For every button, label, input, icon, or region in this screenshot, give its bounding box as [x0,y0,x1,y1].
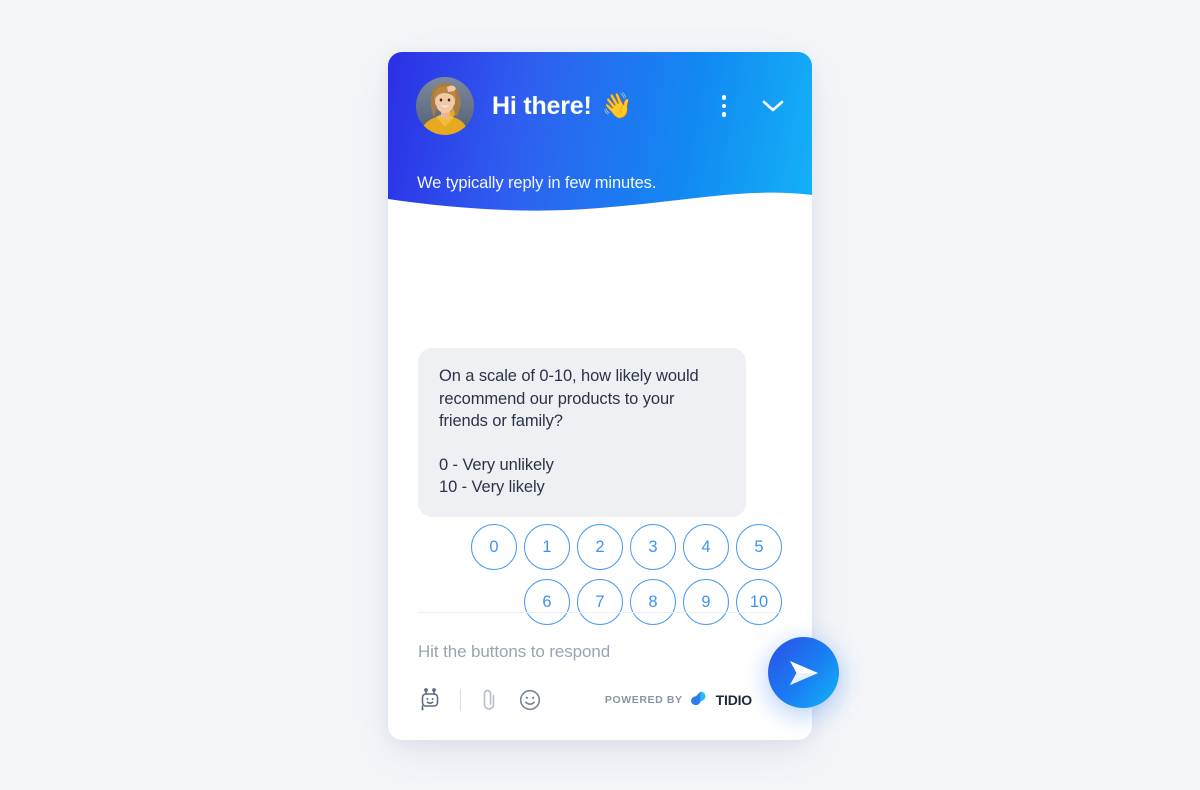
rating-button-2[interactable]: 2 [577,524,623,570]
paperclip-glyph [483,689,495,710]
greeting-title: Hi there! 👋 [492,92,633,121]
message-input[interactable]: Hit the buttons to respond [418,642,782,687]
powered-by-label: POWERED BY [604,693,683,706]
legend-low: 0 - Very unlikely [439,455,554,474]
dot [721,95,727,100]
header-top-row: Hi there! 👋 [388,52,812,160]
rating-row-top: 0 1 2 3 4 5 [418,524,782,570]
powered-by-brand: TIDIO [715,691,753,708]
avatar-image [416,77,474,135]
legend-high: 10 - Very likely [439,478,545,496]
survey-question: On a scale of 0-10, how likely would rec… [439,367,699,430]
tidio-logo-icon [690,691,706,706]
scale-legend: 0 - Very unlikely 10 - Very likely [439,454,726,499]
send-button[interactable] [768,637,839,708]
toolbar-separator [460,688,461,711]
emoji-icon[interactable] [518,688,542,712]
avatar[interactable] [416,77,474,135]
bot-message-bubble: On a scale of 0-10, how likely would rec… [418,348,746,517]
kebab-menu-icon[interactable] [716,91,732,121]
rating-button-5[interactable]: 5 [736,524,782,570]
rating-button-0[interactable]: 0 [471,524,517,570]
widget-header: Hi there! 👋 We typically reply in few mi… [388,52,812,225]
chevron-down-icon[interactable] [758,95,788,117]
header-actions [716,91,788,121]
chat-widget: Hi there! 👋 We typically reply in few mi… [388,52,812,740]
rating-button-1[interactable]: 1 [524,524,570,570]
footer-divider [418,612,782,613]
attachment-icon[interactable] [478,687,500,712]
rating-button-3[interactable]: 3 [630,524,676,570]
waving-hand-icon: 👋 [601,91,633,120]
greeting-text: Hi there! [492,91,592,120]
chevron-glyph [762,100,784,112]
bot-glyph [421,688,439,711]
chat-footer: Hit the buttons to respond POWERED BY TI… [388,612,812,740]
dot [721,103,727,109]
dot [721,112,727,117]
conversation-area: On a scale of 0-10, how likely would rec… [388,224,812,625]
send-plane-icon [789,660,818,685]
smiley-glyph [519,689,541,710]
footer-toolbar: POWERED BY TIDIO [418,687,782,740]
bot-icon[interactable] [418,687,443,712]
powered-by-badge[interactable]: POWERED BY TIDIO [605,690,782,709]
reply-time-notice: We typically reply in few minutes. [417,174,657,192]
rating-button-4[interactable]: 4 [683,524,729,570]
